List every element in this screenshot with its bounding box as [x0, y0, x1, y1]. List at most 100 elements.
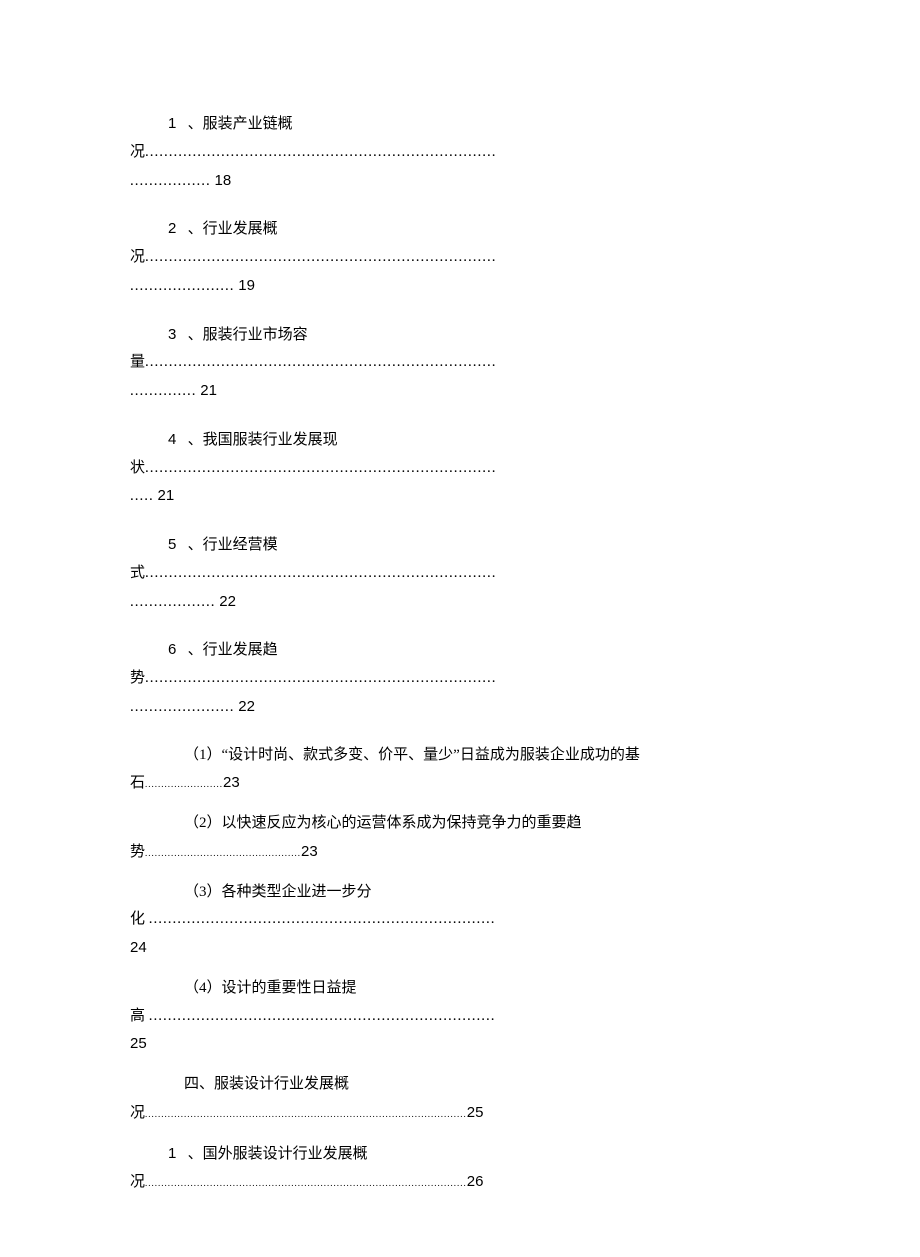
toc-sub-entry: （1）“设计时尚、款式多变、价平、量少”日益成为服装企业成功的基石.......… [130, 742, 790, 799]
toc-leader-dots: ........................................… [145, 1109, 467, 1119]
toc-page-num: 23 [223, 769, 240, 797]
toc-num: 2 [168, 215, 176, 243]
toc-title: 、行业经营模 [188, 537, 278, 553]
toc-num: 4 [168, 426, 176, 454]
toc-entry: 1 、服装产业链概况..............................… [130, 110, 790, 195]
toc-line-1: 6 、行业发展趋 [130, 636, 790, 665]
toc-title: 、服装行业市场容 [188, 327, 308, 343]
toc-leader-dots: .................. [130, 594, 216, 610]
toc-page-num: 18 [215, 167, 232, 195]
toc-num: 1 [168, 110, 176, 138]
toc-line-2: 高 ......................................… [130, 1003, 790, 1031]
toc-line-2: 势.......................................… [130, 665, 790, 693]
toc-leader-dots: .............. [130, 383, 197, 399]
toc-line-2: 势.......................................… [130, 838, 790, 867]
toc-line-1: （3）各种类型企业进一步分 [130, 879, 790, 907]
toc-line-2: 石........................23 [130, 769, 790, 798]
toc-page-num: 21 [200, 377, 217, 405]
toc-num: 5 [168, 531, 176, 559]
toc-leader-dots: ........................................… [145, 670, 497, 686]
toc-title: 、服装产业链概 [188, 116, 293, 132]
toc-title-suffix: 量 [130, 354, 145, 370]
toc-title: 、行业发展概 [188, 221, 278, 237]
toc-leader-dots: ...................... [130, 699, 235, 715]
toc-title-suffix: 况 [130, 1105, 145, 1121]
toc-line-3: ................. 18 [130, 167, 790, 196]
toc-leader-dots: ........................................… [145, 565, 497, 581]
toc-page-num: 22 [238, 693, 255, 721]
toc-line-1: 四、服装设计行业发展概 [130, 1071, 790, 1099]
toc-title-suffix: 化 [130, 911, 149, 927]
toc-num: 3 [168, 321, 176, 349]
toc-title: 四、服装设计行业发展概 [184, 1076, 349, 1092]
toc-entry: 3 、服装行业市场容量.............................… [130, 321, 790, 406]
table-of-contents: 1 、服装产业链概况..............................… [130, 110, 790, 1197]
toc-title-suffix: 况 [130, 249, 145, 265]
toc-line-3: 25 [130, 1030, 790, 1059]
toc-sub-entry: （2）以快速反应为核心的运营体系成为保持竞争力的重要趋势............… [130, 810, 790, 867]
toc-sub-entry: （3）各种类型企业进一步分化 .........................… [130, 879, 790, 963]
toc-line-3: ...................... 22 [130, 693, 790, 722]
toc-title-suffix: 势 [130, 670, 145, 686]
toc-entry: 1 、国外服装设计行业发展概况.........................… [130, 1140, 790, 1198]
toc-title: 、我国服装行业发展现 [188, 432, 338, 448]
toc-title: 、行业发展趋 [188, 642, 278, 658]
toc-line-2: 量.......................................… [130, 349, 790, 377]
toc-page-num: 22 [219, 588, 236, 616]
toc-title-suffix: 状 [130, 460, 145, 476]
toc-line-1: （1）“设计时尚、款式多变、价平、量少”日益成为服装企业成功的基 [130, 742, 790, 770]
toc-title: （1）“设计时尚、款式多变、价平、量少”日益成为服装企业成功的基 [184, 747, 640, 763]
toc-line-1: （2）以快速反应为核心的运营体系成为保持竞争力的重要趋 [130, 810, 790, 838]
toc-title: （4）设计的重要性日益提 [184, 980, 357, 996]
toc-entry: 5 、行业经营模式...............................… [130, 531, 790, 616]
toc-leader-dots: ........................................… [145, 1178, 467, 1188]
toc-num: 6 [168, 636, 176, 664]
toc-line-1: 1 、国外服装设计行业发展概 [130, 1140, 790, 1169]
toc-line-1: （4）设计的重要性日益提 [130, 975, 790, 1003]
toc-title-suffix: 况 [130, 144, 145, 160]
toc-page-num: 21 [158, 482, 175, 510]
toc-leader-dots: ........................ [145, 779, 223, 789]
toc-leader-dots: ........................................… [149, 1008, 496, 1024]
toc-page-num: 23 [301, 838, 318, 866]
toc-title: （3）各种类型企业进一步分 [184, 884, 372, 900]
toc-entry: 6 、行业发展趋势...............................… [130, 636, 790, 721]
toc-line-3: .................. 22 [130, 588, 790, 617]
toc-page-num: 19 [238, 272, 255, 300]
toc-line-3: .............. 21 [130, 377, 790, 406]
toc-page-num: 24 [130, 934, 147, 962]
toc-line-3: ..... 21 [130, 482, 790, 511]
toc-title-suffix: 势 [130, 844, 145, 860]
toc-title: 、国外服装设计行业发展概 [188, 1146, 368, 1162]
toc-title-suffix: 况 [130, 1174, 145, 1190]
toc-leader-dots: ..... [130, 488, 154, 504]
toc-leader-dots: ................. [130, 173, 211, 189]
toc-line-1: 4 、我国服装行业发展现 [130, 426, 790, 455]
toc-title: （2）以快速反应为核心的运营体系成为保持竞争力的重要趋 [184, 815, 582, 831]
toc-line-2: 况.......................................… [130, 1168, 790, 1197]
toc-page-num: 25 [467, 1099, 484, 1127]
toc-title-suffix: 高 [130, 1008, 149, 1024]
toc-line-1: 1 、服装产业链概 [130, 110, 790, 139]
toc-leader-dots: ........................................… [145, 144, 497, 160]
toc-title-suffix: 石 [130, 775, 145, 791]
toc-sub-entry: （4）设计的重要性日益提高 ..........................… [130, 975, 790, 1059]
toc-line-3: 24 [130, 934, 790, 963]
toc-title-suffix: 式 [130, 565, 145, 581]
toc-line-2: 式.......................................… [130, 560, 790, 588]
document-page: 1 、服装产业链概况..............................… [0, 0, 920, 1257]
toc-entry: 2 、行业发展概况...............................… [130, 215, 790, 300]
toc-num: 1 [168, 1140, 176, 1168]
toc-line-2: 状.......................................… [130, 455, 790, 483]
toc-line-1: 2 、行业发展概 [130, 215, 790, 244]
toc-line-2: 况.......................................… [130, 244, 790, 272]
toc-entry: 4 、我国服装行业发展现状...........................… [130, 426, 790, 511]
toc-leader-dots: ...................... [130, 278, 235, 294]
toc-leader-dots: ........................................… [145, 249, 497, 265]
toc-leader-dots: ........................................… [145, 354, 497, 370]
toc-line-2: 况.......................................… [130, 139, 790, 167]
toc-leader-dots: ........................................… [149, 911, 496, 927]
toc-section-entry: 四、服装设计行业发展概况............................… [130, 1071, 790, 1128]
toc-leader-dots: ........................................… [145, 460, 497, 476]
toc-page-num: 25 [130, 1030, 147, 1058]
